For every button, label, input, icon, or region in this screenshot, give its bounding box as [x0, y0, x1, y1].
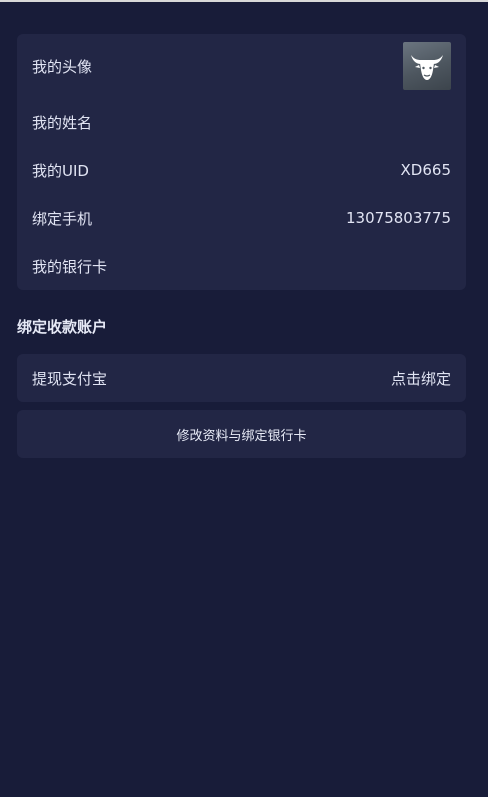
avatar-label: 我的头像 [32, 57, 93, 76]
alipay-row[interactable]: 提现支付宝 点击绑定 [17, 354, 466, 402]
uid-row: 我的UID XD665 [17, 146, 466, 194]
profile-card: 我的头像 我的姓名 我的UID XD665 绑定手机 13075803775 我… [17, 34, 466, 290]
alipay-bind-link[interactable]: 点击绑定 [391, 368, 451, 389]
bank-card-label: 我的银行卡 [32, 257, 108, 276]
alipay-card: 提现支付宝 点击绑定 [17, 354, 466, 402]
bank-card-row[interactable]: 我的银行卡 [17, 242, 466, 290]
section-title-receiving-account: 绑定收款账户 [17, 318, 108, 336]
alipay-label: 提现支付宝 [32, 369, 108, 388]
phone-row[interactable]: 绑定手机 13075803775 [17, 194, 466, 242]
phone-label: 绑定手机 [32, 209, 93, 228]
phone-value: 13075803775 [346, 209, 451, 227]
uid-value: XD665 [400, 161, 451, 179]
name-label: 我的姓名 [32, 113, 93, 132]
uid-label: 我的UID [32, 161, 89, 180]
top-divider [0, 0, 488, 2]
bull-head-icon [411, 55, 443, 80]
avatar-row[interactable]: 我的头像 [17, 42, 466, 90]
name-row[interactable]: 我的姓名 [17, 98, 466, 146]
avatar[interactable] [403, 42, 451, 90]
edit-profile-bind-bank-button[interactable]: 修改资料与绑定银行卡 [17, 410, 466, 458]
